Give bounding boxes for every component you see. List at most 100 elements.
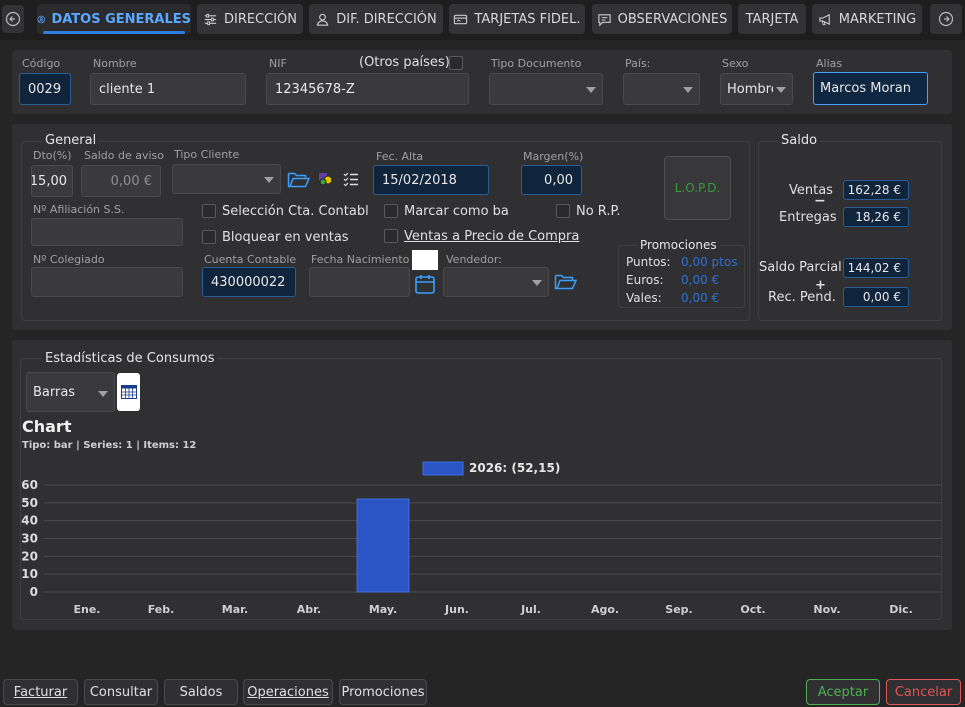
tab-observaciones[interactable]: OBSERVACIONES <box>592 4 732 34</box>
codigo-field[interactable]: 0029 <box>19 73 71 105</box>
ventas-label: Ventas <box>789 183 833 198</box>
arrow-right-circle-icon <box>938 11 954 27</box>
x-tick-label: Feb. <box>148 603 175 616</box>
folder-open-icon[interactable] <box>287 170 311 190</box>
alias-field[interactable]: Marcos Moran <box>813 72 928 105</box>
estadisticas-title: Estadísticas de Consumos <box>42 351 218 366</box>
nombre-field[interactable]: cliente 1 <box>90 73 246 105</box>
tab-label: DATOS GENERALES <box>51 11 191 27</box>
saldo-parcial-label: Saldo Parcial <box>759 260 842 275</box>
tab-marketing[interactable]: MARKETING <box>812 4 922 34</box>
colegiado-label: Nº Colegiado <box>33 253 105 266</box>
sexo-select[interactable]: Hombre <box>720 73 793 105</box>
fecha-nacimiento-label: Fecha Nacimiento <box>311 253 410 266</box>
color-picker-icon[interactable] <box>317 170 335 188</box>
vendedor-select[interactable] <box>443 267 549 297</box>
seleccion-cta-checkbox[interactable] <box>202 204 216 218</box>
tab-dif-direccion[interactable]: DIF. DIRECCIÓN <box>309 4 443 34</box>
tab-label: MARKETING <box>838 11 917 27</box>
otros-paises-checkbox[interactable] <box>449 56 463 70</box>
euros-label: Euros: <box>626 273 664 287</box>
facturar-button[interactable]: Facturar <box>3 679 78 705</box>
scroll-right-button[interactable] <box>930 4 962 34</box>
calendar-icon[interactable] <box>414 273 436 295</box>
dto-field[interactable]: 15,00 <box>31 165 73 197</box>
consultar-button[interactable]: Consultar <box>84 679 158 705</box>
tab-label: TARJETAS FIDEL. <box>474 11 581 27</box>
marcar-como-checkbox[interactable] <box>384 204 398 218</box>
y-tick-label: 20 <box>21 549 38 563</box>
bloquear-ventas-checkbox[interactable] <box>202 230 216 244</box>
afiliacion-field[interactable] <box>31 218 183 246</box>
cancelar-button[interactable]: Cancelar <box>886 679 961 705</box>
chart-calendar-button[interactable] <box>117 373 140 411</box>
tipo-documento-label: Tipo Documento <box>491 57 582 70</box>
vendedor-label: Vendedor: <box>446 253 502 266</box>
tab-direccion[interactable]: DIRECCIÓN <box>197 4 303 34</box>
seleccion-cta-label: Selección Cta. Contabl <box>222 204 369 219</box>
aceptar-button[interactable]: Aceptar <box>806 679 880 705</box>
lopd-label: L.O.P.D. <box>674 181 721 195</box>
nif-label: NIF <box>269 57 287 70</box>
chart-title: Chart <box>22 417 72 436</box>
saldo-aviso-field[interactable]: 0,00 € <box>81 165 161 197</box>
legend-label: 2026: (52,15) <box>469 461 560 475</box>
y-tick-label: 50 <box>21 496 38 510</box>
nif-field[interactable]: 12345678-Z <box>266 73 469 105</box>
tab-tarjeta[interactable]: TARJETA <box>738 4 806 34</box>
x-tick-label: Ago. <box>591 603 619 616</box>
general-title: General <box>42 133 100 148</box>
fecha-nacimiento-swatch[interactable] <box>412 250 438 270</box>
entregas-label: Entregas <box>779 210 837 225</box>
no-rp-checkbox[interactable] <box>556 204 570 218</box>
cuenta-contable-field[interactable]: 430000022 <box>202 267 296 297</box>
user-circle-icon <box>37 15 45 23</box>
chart-type-select[interactable]: Barras <box>26 372 115 412</box>
checklist-icon[interactable] <box>342 170 360 188</box>
tab-tarjetas-fidel[interactable]: TARJETAS FIDEL. <box>449 4 585 34</box>
bloquear-ventas-label: Bloquear en ventas <box>222 230 349 245</box>
x-tick-label: Oct. <box>740 603 765 616</box>
pais-select[interactable] <box>623 73 700 105</box>
y-tick-label: 40 <box>21 514 38 528</box>
tab-label: DIRECCIÓN <box>223 11 298 27</box>
calendar-grid-icon <box>120 385 137 399</box>
tipo-documento-select[interactable] <box>489 73 603 105</box>
x-tick-label: Ene. <box>74 603 101 616</box>
aceptar-label: Aceptar <box>817 684 869 700</box>
sexo-value: Hombre <box>727 81 773 97</box>
tab-bar: DATOS GENERALES DIRECCIÓN DIF. DIRECCIÓN… <box>0 0 965 40</box>
bar-may[interactable] <box>356 498 410 593</box>
fec-alta-field[interactable]: 15/02/2018 <box>373 165 489 195</box>
y-tick-label: 10 <box>21 567 38 581</box>
saldo-aviso-label: Saldo de aviso <box>84 149 165 162</box>
colegiado-field[interactable] <box>31 267 183 297</box>
x-tick-label: Nov. <box>813 603 840 616</box>
margen-field[interactable]: 0,00 <box>521 165 582 195</box>
ventas-precio-compra-label: Ventas a Precio de Compra <box>404 229 580 244</box>
ventas-precio-compra-checkbox[interactable] <box>384 229 398 243</box>
lopd-button[interactable]: L.O.P.D. <box>664 156 731 220</box>
y-tick-label: 60 <box>21 478 38 492</box>
card-icon <box>454 14 468 24</box>
saldos-button[interactable]: Saldos <box>164 679 238 705</box>
sliders-icon <box>204 13 217 25</box>
margen-label: Margen(%) <box>523 150 584 163</box>
chart-type-value: Barras <box>33 384 76 400</box>
chevron-down-icon <box>98 391 108 397</box>
legend-swatch <box>422 461 464 476</box>
chevron-down-icon <box>683 87 693 93</box>
rec-pend-value: 0,00 € <box>843 287 909 307</box>
fecha-nacimiento-field[interactable] <box>309 267 410 297</box>
x-tick-label: May. <box>369 603 397 616</box>
tab-label: OBSERVACIONES <box>617 11 728 27</box>
promociones-button[interactable]: Promociones <box>339 679 427 705</box>
tab-datos-generales[interactable]: DATOS GENERALES <box>37 4 191 34</box>
tipo-cliente-select[interactable] <box>172 164 281 194</box>
operaciones-button[interactable]: Operaciones <box>243 679 333 705</box>
alias-label: Alias <box>816 57 843 70</box>
folder-open-icon[interactable] <box>554 272 578 292</box>
vales-value: 0,00 € <box>681 291 720 305</box>
scroll-left-button[interactable] <box>2 5 24 33</box>
megaphone-icon <box>819 13 830 25</box>
